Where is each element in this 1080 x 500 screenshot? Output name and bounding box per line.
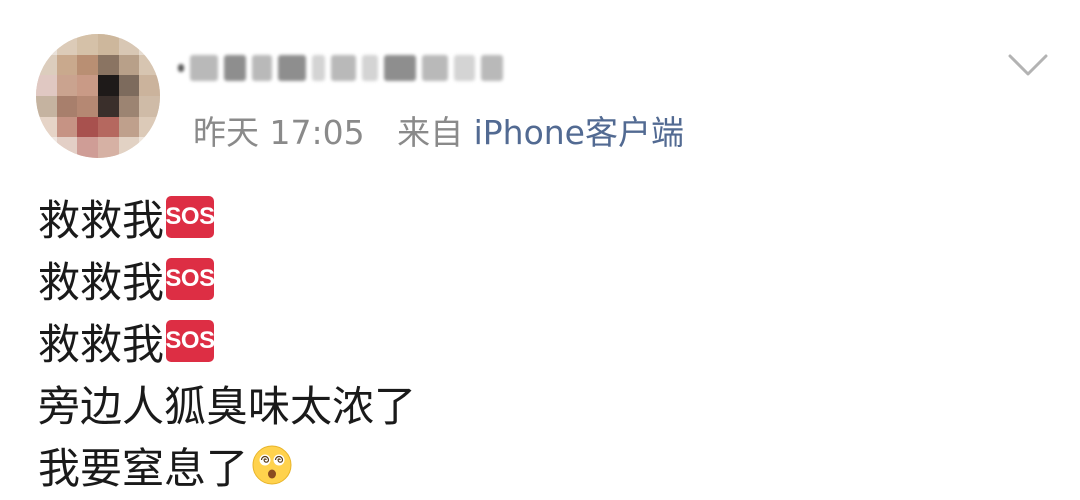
- avatar-mosaic: [36, 34, 160, 158]
- post-time: 昨天 17:05: [193, 113, 365, 152]
- source-link[interactable]: iPhone客户端: [474, 113, 684, 152]
- source-prefix: 来自: [397, 113, 464, 152]
- post-line-text: 救救我: [38, 257, 165, 307]
- post-line-text: 我要窒息了: [38, 443, 249, 493]
- post-line: 救救我 SOS: [38, 248, 416, 310]
- post-line: 救救我 SOS: [38, 310, 416, 372]
- post-meta: 昨天 17:05 来自 iPhone客户端: [193, 111, 684, 155]
- sos-icon: SOS: [165, 196, 215, 238]
- chevron-down-icon[interactable]: [1006, 50, 1050, 80]
- weibo-post: 昨天 17:05 来自 iPhone客户端 救救我 SOS 救救我 SOS 救救…: [0, 0, 1080, 500]
- post-content: 救救我 SOS 救救我 SOS 救救我 SOS 旁边人狐臭味太浓了 我要窒息了: [38, 186, 416, 496]
- post-line: 救救我 SOS: [38, 186, 416, 248]
- sos-icon: SOS: [165, 320, 215, 362]
- sos-icon: SOS: [165, 258, 215, 300]
- avatar[interactable]: [36, 34, 160, 158]
- post-line-text: 救救我: [38, 195, 165, 245]
- post-line-text: 救救我: [38, 319, 165, 369]
- post-line-text: 旁边人狐臭味太浓了: [38, 381, 417, 431]
- username-redacted[interactable]: [178, 40, 504, 96]
- post-line: 旁边人狐臭味太浓了: [38, 372, 416, 434]
- post-line: 我要窒息了: [38, 434, 416, 496]
- dizzy-face-icon: [252, 445, 292, 485]
